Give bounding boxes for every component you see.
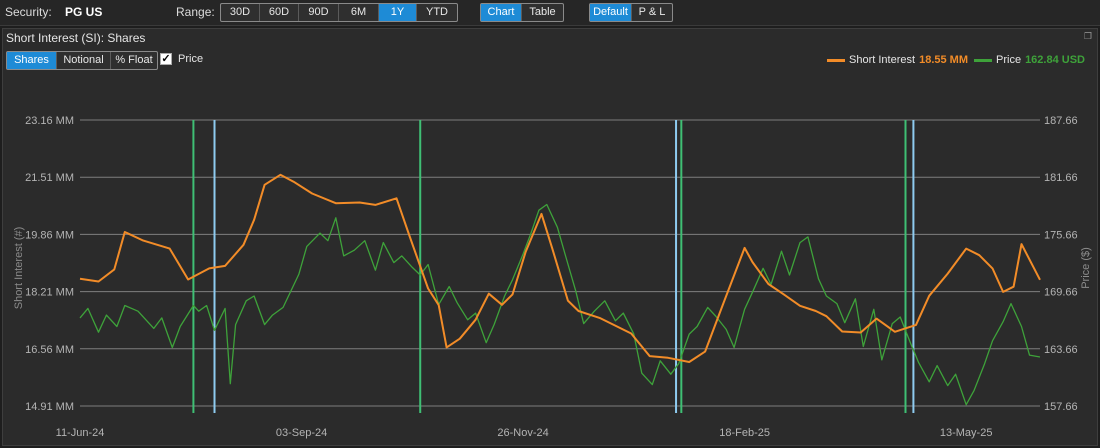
left-tick-label: 16.56 MM (25, 344, 74, 356)
right-axis-title: Price ($) (1080, 247, 1092, 289)
right-tick-label: 181.66 (1044, 172, 1078, 184)
x-tick-label: 11-Jun-24 (56, 427, 105, 439)
left-tick-label: 14.91 MM (25, 401, 74, 413)
left-tick-label: 19.86 MM (25, 229, 74, 241)
left-tick-label: 18.21 MM (25, 287, 74, 299)
left-tick-label: 21.51 MM (25, 172, 74, 184)
x-tick-label: 18-Feb-25 (719, 427, 770, 439)
right-tick-label: 187.66 (1044, 115, 1078, 127)
x-tick-label: 13-May-25 (940, 427, 993, 439)
right-tick-label: 157.66 (1044, 401, 1078, 413)
right-tick-label: 175.66 (1044, 229, 1078, 241)
short-interest-chart[interactable]: 23.16 MM 21.51 MM 19.86 MM 18.21 MM 16.56 MM… (0, 0, 1100, 448)
right-tick-label: 163.66 (1044, 344, 1078, 356)
right-tick-label: 169.66 (1044, 287, 1078, 299)
x-tick-label: 03-Sep-24 (276, 427, 327, 439)
x-tick-label: 26-Nov-24 (497, 427, 548, 439)
left-tick-label: 23.16 MM (25, 115, 74, 127)
left-axis-title: Short Interest (#) (13, 227, 25, 310)
